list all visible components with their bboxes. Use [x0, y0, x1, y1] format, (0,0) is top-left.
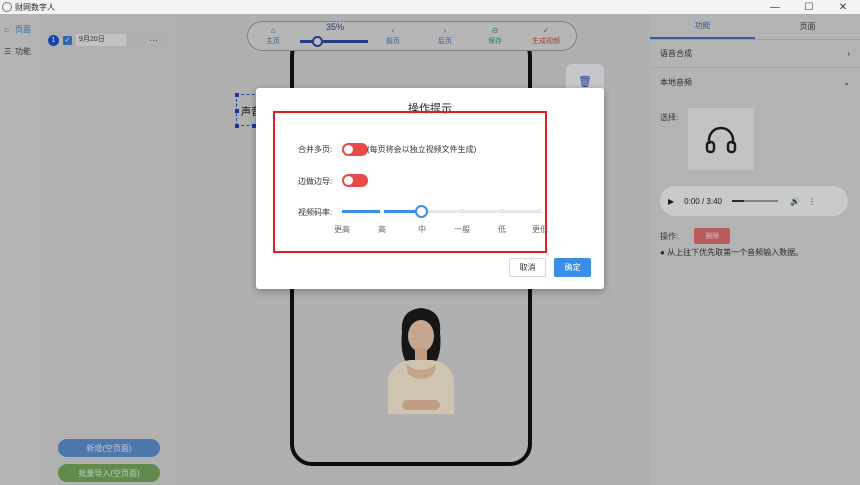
bitrate-level[interactable]: 低 — [498, 224, 506, 235]
app-logo-icon — [2, 2, 12, 12]
merge-pages-toggle[interactable] — [342, 143, 368, 156]
bitrate-level[interactable]: 高 — [378, 224, 386, 235]
bitrate-level[interactable]: 一般 — [454, 224, 470, 235]
bitrate-label: 视频码率: — [298, 208, 333, 217]
minimize-button[interactable]: — — [758, 0, 792, 14]
bitrate-level[interactable]: 更高 — [334, 224, 350, 235]
bitrate-slider[interactable] — [342, 205, 542, 218]
bitrate-level[interactable]: 中 — [418, 224, 426, 235]
confirm-button[interactable]: 确定 — [554, 258, 591, 277]
title-bar: 财网数字人 — ☐ ✕ — [0, 0, 860, 14]
cancel-button[interactable]: 取消 — [509, 258, 546, 277]
window-title: 财网数字人 — [15, 2, 55, 12]
maximize-button[interactable]: ☐ — [792, 0, 826, 14]
edge-export-toggle[interactable] — [342, 174, 368, 187]
close-button[interactable]: ✕ — [826, 0, 860, 14]
slider-stop[interactable] — [500, 209, 504, 213]
slider-stop[interactable] — [460, 209, 464, 213]
merge-pages-note: (每页将会以独立视频文件生成) — [367, 145, 477, 154]
merge-pages-label: 合并多页: — [298, 145, 333, 154]
operation-dialog: 操作提示 合并多页: (每页将会以独立视频文件生成) 边做边导: 视频码率: 更… — [256, 88, 604, 289]
slider-stop[interactable] — [538, 209, 542, 213]
bitrate-level[interactable]: 更低 — [532, 224, 548, 235]
bitrate-slider-handle[interactable] — [415, 205, 428, 218]
edge-export-label: 边做边导: — [298, 177, 333, 186]
